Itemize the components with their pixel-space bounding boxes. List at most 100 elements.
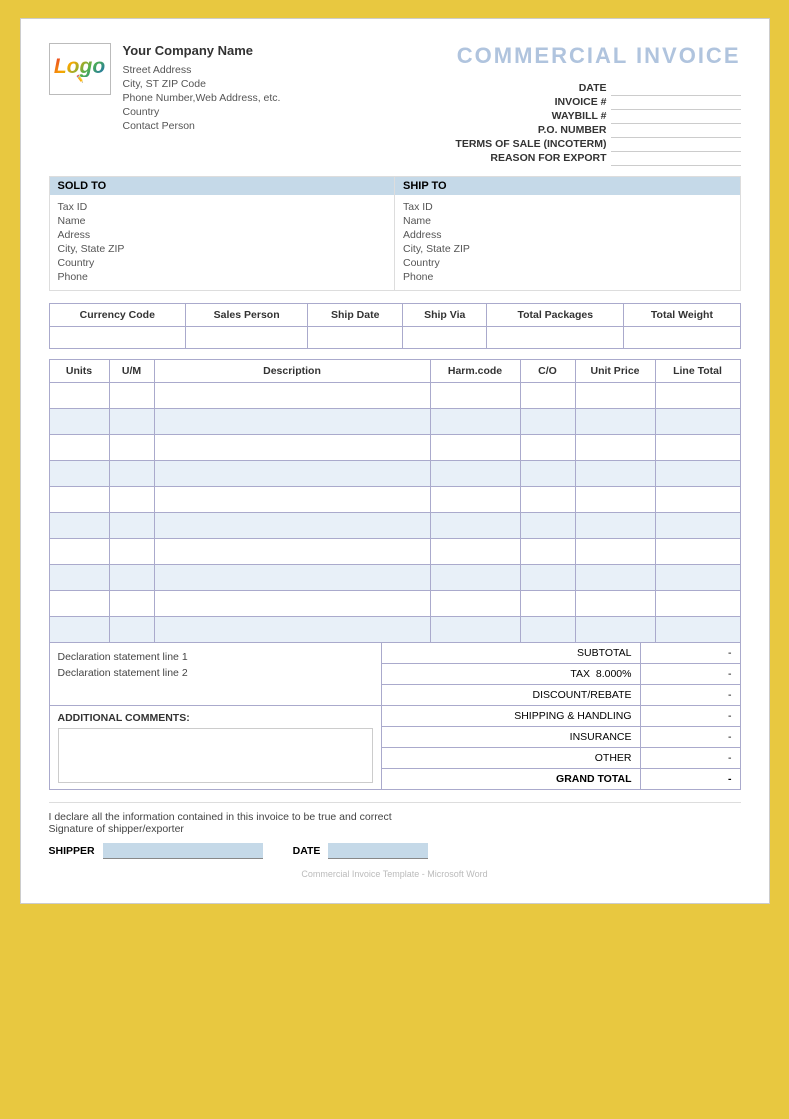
line-item-cell-0[interactable] <box>49 590 109 616</box>
line-item-cell-2[interactable] <box>154 434 430 460</box>
ship-to-block: SHIP TO Tax ID Name Address City, State … <box>394 177 740 290</box>
waybill-value <box>611 109 741 123</box>
discount-value: - <box>640 685 740 705</box>
logo-text: Logo <box>54 56 105 77</box>
line-item-cell-4[interactable] <box>520 434 575 460</box>
ship-date-value[interactable] <box>308 326 403 348</box>
line-item-cell-4[interactable] <box>520 382 575 408</box>
line-item-cell-6[interactable] <box>655 486 740 512</box>
line-item-cell-5[interactable] <box>575 408 655 434</box>
line-item-cell-4[interactable] <box>520 616 575 642</box>
line-item-cell-0[interactable] <box>49 512 109 538</box>
line-item-cell-0[interactable] <box>49 382 109 408</box>
line-item-cell-0[interactable] <box>49 408 109 434</box>
line-item-cell-6[interactable] <box>655 512 740 538</box>
line-item-row <box>49 486 740 512</box>
sales-person-value[interactable] <box>186 326 308 348</box>
line-item-cell-1[interactable] <box>109 538 154 564</box>
totals-block: SUBTOTAL - TAX 8.000% - DISCOUNT/REBATE … <box>381 643 741 706</box>
col-ship-date: Ship Date <box>308 303 403 326</box>
contact-person: Contact Person <box>123 120 281 132</box>
line-item-cell-3[interactable] <box>430 434 520 460</box>
line-item-cell-6[interactable] <box>655 616 740 642</box>
line-item-cell-2[interactable] <box>154 590 430 616</box>
line-item-cell-2[interactable] <box>154 486 430 512</box>
street-address: Street Address <box>123 64 281 76</box>
line-item-cell-6[interactable] <box>655 382 740 408</box>
line-item-cell-5[interactable] <box>575 538 655 564</box>
line-item-cell-2[interactable] <box>154 512 430 538</box>
line-item-cell-4[interactable] <box>520 590 575 616</box>
ship-via-value[interactable] <box>403 326 487 348</box>
line-item-cell-1[interactable] <box>109 616 154 642</box>
line-item-cell-3[interactable] <box>430 460 520 486</box>
total-weight-value[interactable] <box>624 326 740 348</box>
line-item-cell-1[interactable] <box>109 512 154 538</box>
shipping-table: Currency Code Sales Person Ship Date Shi… <box>49 303 741 349</box>
line-item-cell-4[interactable] <box>520 512 575 538</box>
line-item-cell-2[interactable] <box>154 460 430 486</box>
line-item-cell-3[interactable] <box>430 512 520 538</box>
line-item-cell-0[interactable] <box>49 538 109 564</box>
line-item-cell-5[interactable] <box>575 382 655 408</box>
line-item-cell-2[interactable] <box>154 538 430 564</box>
line-item-cell-5[interactable] <box>575 460 655 486</box>
line-item-cell-3[interactable] <box>430 590 520 616</box>
line-item-cell-5[interactable] <box>575 564 655 590</box>
line-item-cell-0[interactable] <box>49 434 109 460</box>
line-item-cell-4[interactable] <box>520 408 575 434</box>
line-item-cell-4[interactable] <box>520 486 575 512</box>
shipper-line[interactable] <box>103 843 263 859</box>
line-item-cell-3[interactable] <box>430 538 520 564</box>
line-item-cell-0[interactable] <box>49 564 109 590</box>
line-item-cell-0[interactable] <box>49 616 109 642</box>
line-item-cell-6[interactable] <box>655 538 740 564</box>
shipper-label: SHIPPER <box>49 845 95 857</box>
line-item-cell-6[interactable] <box>655 590 740 616</box>
line-item-cell-6[interactable] <box>655 460 740 486</box>
line-item-cell-3[interactable] <box>430 486 520 512</box>
line-item-cell-6[interactable] <box>655 408 740 434</box>
line-item-cell-2[interactable] <box>154 564 430 590</box>
comments-box[interactable] <box>58 728 373 783</box>
line-item-cell-3[interactable] <box>430 382 520 408</box>
line-item-cell-5[interactable] <box>575 512 655 538</box>
insurance-row: INSURANCE - <box>381 727 741 748</box>
line-item-cell-1[interactable] <box>109 460 154 486</box>
more-totals-block: SHIPPING & HANDLING - INSURANCE - OTHER … <box>381 706 741 790</box>
line-item-cell-1[interactable] <box>109 382 154 408</box>
line-item-cell-6[interactable] <box>655 434 740 460</box>
line-item-cell-3[interactable] <box>430 564 520 590</box>
line-item-cell-4[interactable] <box>520 538 575 564</box>
sold-to-taxid: Tax ID <box>58 200 387 214</box>
col-line-total: Line Total <box>655 359 740 382</box>
total-packages-value[interactable] <box>487 326 624 348</box>
currency-code-value[interactable] <box>49 326 186 348</box>
line-item-cell-1[interactable] <box>109 564 154 590</box>
line-item-cell-1[interactable] <box>109 590 154 616</box>
tax-value: - <box>640 664 740 684</box>
line-item-cell-3[interactable] <box>430 616 520 642</box>
date-line[interactable] <box>328 843 428 859</box>
line-item-cell-4[interactable] <box>520 460 575 486</box>
other-label: OTHER <box>382 748 640 768</box>
line-item-cell-4[interactable] <box>520 564 575 590</box>
line-item-cell-5[interactable] <box>575 486 655 512</box>
line-item-cell-2[interactable] <box>154 408 430 434</box>
line-item-cell-5[interactable] <box>575 616 655 642</box>
line-item-cell-2[interactable] <box>154 616 430 642</box>
line-item-cell-5[interactable] <box>575 590 655 616</box>
line-item-row <box>49 538 740 564</box>
line-item-cell-3[interactable] <box>430 408 520 434</box>
sold-to-name: Name <box>58 214 387 228</box>
line-item-row <box>49 564 740 590</box>
line-item-cell-2[interactable] <box>154 382 430 408</box>
line-item-cell-1[interactable] <box>109 408 154 434</box>
line-item-cell-1[interactable] <box>109 486 154 512</box>
watermark: Commercial Invoice Template - Microsoft … <box>49 869 741 879</box>
line-item-cell-5[interactable] <box>575 434 655 460</box>
line-item-cell-6[interactable] <box>655 564 740 590</box>
line-item-cell-0[interactable] <box>49 460 109 486</box>
line-item-cell-0[interactable] <box>49 486 109 512</box>
line-item-cell-1[interactable] <box>109 434 154 460</box>
